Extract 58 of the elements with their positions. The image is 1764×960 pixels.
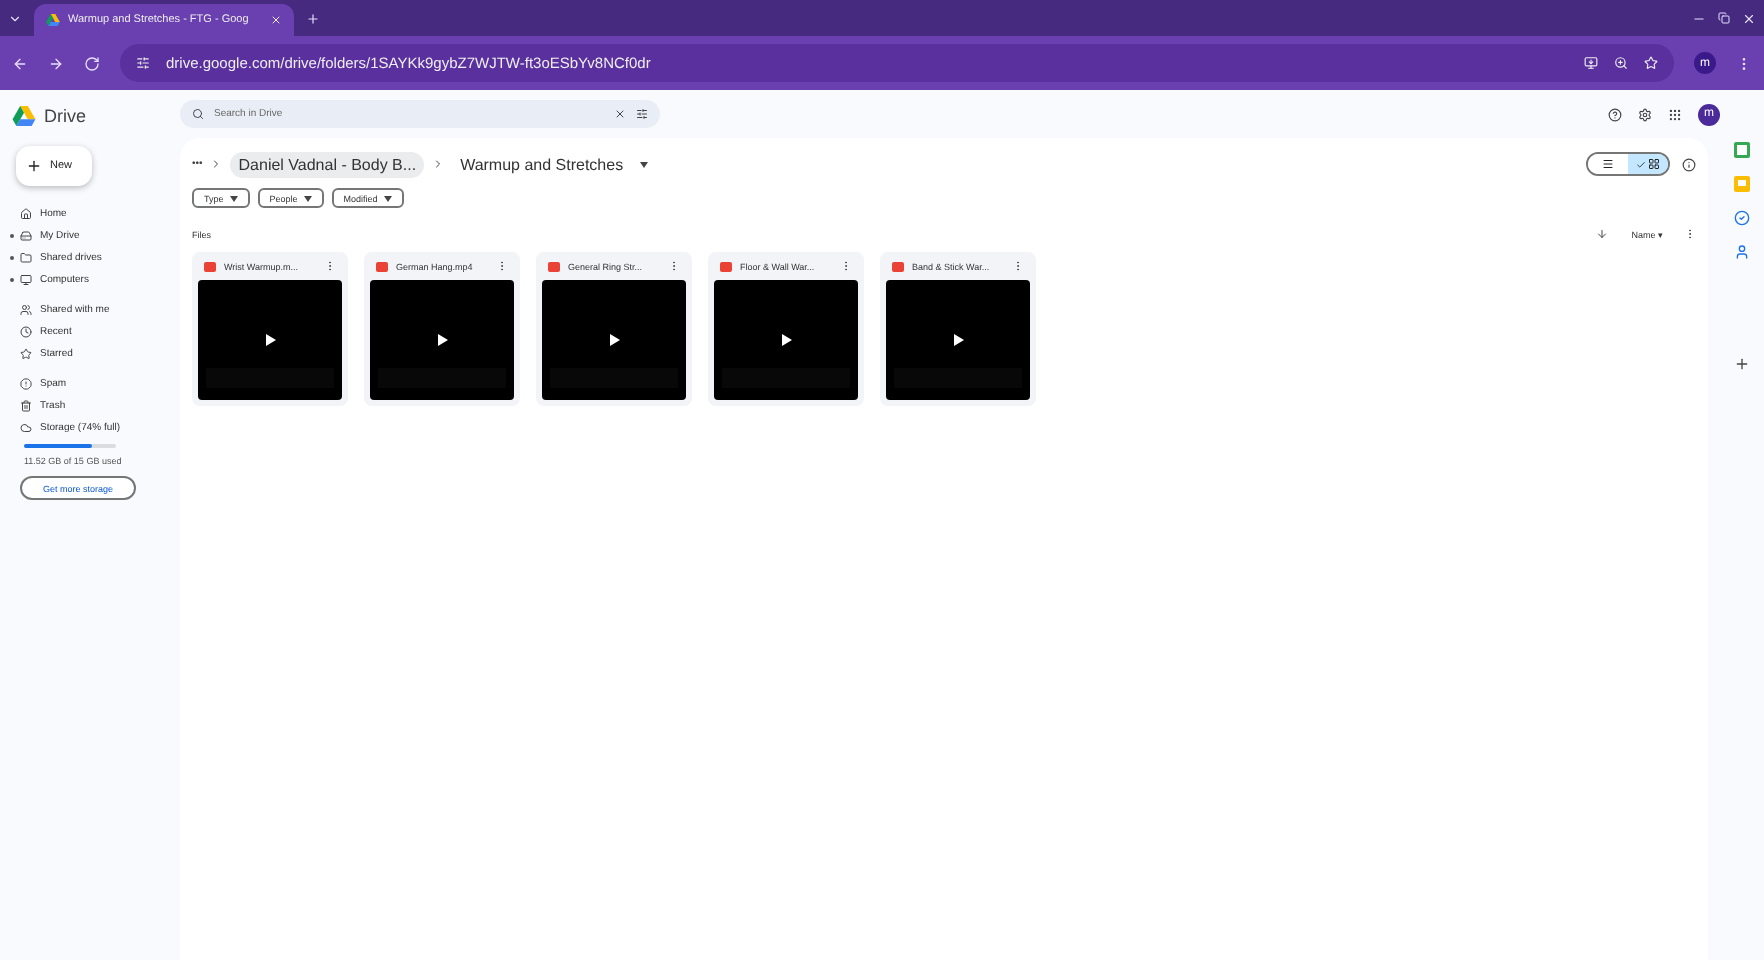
video-file-icon — [376, 261, 388, 271]
close-icon[interactable] — [270, 14, 282, 26]
new-tab-icon[interactable] — [306, 11, 320, 25]
chevron-right-icon — [432, 158, 445, 170]
contacts-icon[interactable] — [1734, 244, 1750, 260]
people-icon — [20, 303, 32, 315]
expand-caret-icon[interactable] — [10, 255, 14, 259]
video-file-icon — [548, 261, 560, 271]
video-file-icon — [720, 261, 732, 271]
dropdown-caret-icon — [383, 195, 392, 201]
folder-icon — [20, 251, 32, 263]
settings-icon[interactable] — [1638, 107, 1652, 121]
drive-icon — [20, 229, 32, 241]
list-icon — [1602, 158, 1614, 170]
bookmark-star-icon — [1644, 56, 1658, 70]
info-icon[interactable] — [1682, 157, 1696, 171]
sort-direction-icon[interactable] — [1595, 228, 1608, 240]
dropdown-caret-icon — [639, 161, 648, 167]
back-icon[interactable] — [12, 55, 28, 71]
dropdown-caret-icon — [229, 195, 238, 201]
clear-icon — [614, 108, 626, 120]
parent-folder-link[interactable]: Daniel Vadnal - Body B... — [230, 151, 425, 177]
cloud-icon — [20, 421, 32, 433]
reload-icon[interactable] — [84, 55, 100, 71]
forward-icon[interactable] — [48, 55, 64, 71]
computer-icon — [20, 273, 32, 285]
chevron-down-icon[interactable] — [8, 11, 22, 25]
tasks-icon[interactable] — [1734, 210, 1750, 226]
check-icon — [1636, 159, 1646, 169]
app-name: Drive — [44, 106, 87, 126]
close-icon[interactable] — [1742, 11, 1756, 25]
search-icon — [192, 108, 204, 120]
add-icon[interactable] — [1734, 356, 1750, 372]
calendar-icon[interactable] — [1734, 142, 1750, 158]
restore-icon[interactable] — [1718, 12, 1730, 24]
filter-icon — [636, 108, 648, 120]
expand-caret-icon[interactable] — [10, 233, 14, 237]
trash-icon — [20, 399, 32, 411]
clock-icon — [20, 325, 32, 337]
grid-icon — [1648, 158, 1660, 170]
video-file-icon — [892, 261, 904, 271]
drive-logo-icon — [12, 106, 36, 126]
grid-view-button[interactable] — [1628, 154, 1668, 174]
video-file-icon — [204, 261, 216, 271]
home-icon — [20, 207, 32, 219]
drive-logo-icon — [46, 14, 60, 26]
site-settings-icon — [136, 56, 150, 70]
star-icon — [20, 347, 32, 359]
apps-icon[interactable] — [1668, 107, 1682, 121]
plus-icon — [26, 158, 42, 174]
expand-caret-icon[interactable] — [10, 277, 14, 281]
dropdown-caret-icon — [303, 195, 312, 201]
help-icon[interactable] — [1608, 107, 1622, 121]
install-icon — [1584, 56, 1598, 70]
zoom-icon — [1614, 56, 1628, 70]
spam-icon — [20, 377, 32, 389]
current-folder[interactable]: Warmup and Stretches — [452, 151, 632, 177]
chevron-right-icon — [210, 158, 223, 170]
